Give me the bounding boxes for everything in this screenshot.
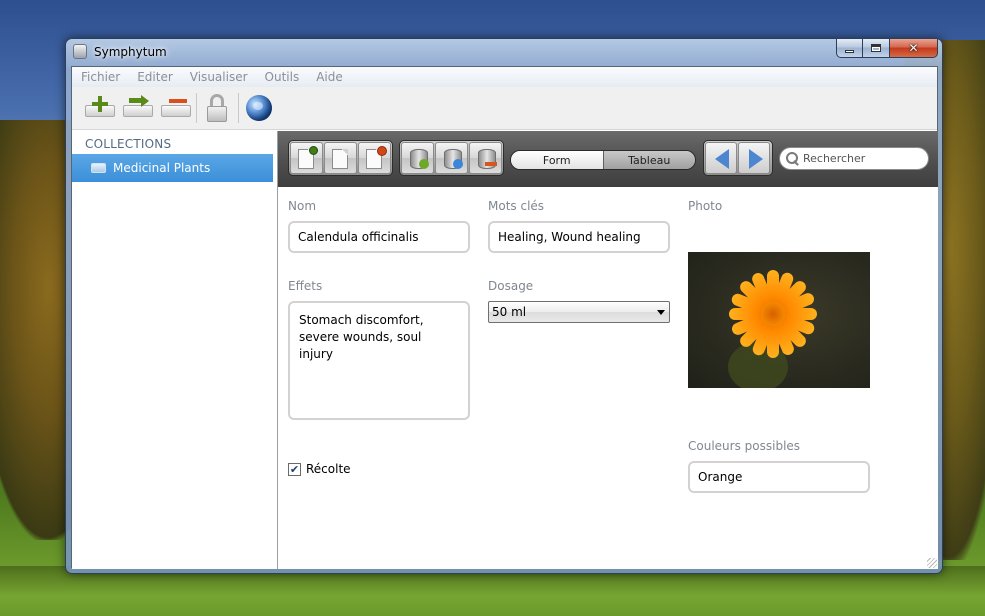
minimize-button[interactable] [836, 39, 863, 58]
client-area: Fichier Editer Visualiser Outils Aide CO… [71, 66, 938, 569]
remove-field-button[interactable] [469, 142, 502, 174]
move-collection-button[interactable] [121, 93, 153, 123]
toolbar-separator [238, 93, 239, 123]
collection-icon [91, 163, 106, 173]
menu-visualiser[interactable]: Visualiser [190, 70, 248, 84]
field-button-group [399, 140, 504, 176]
next-record-button[interactable] [738, 142, 770, 174]
add-field-button[interactable] [401, 142, 434, 174]
menu-aide[interactable]: Aide [316, 70, 343, 84]
resize-grip[interactable] [927, 558, 937, 568]
nom-label: Nom [288, 199, 317, 213]
dosage-label: Dosage [488, 279, 534, 293]
add-collection-button[interactable] [83, 93, 115, 123]
recolte-label: Récolte [306, 462, 351, 476]
lock-button[interactable] [201, 93, 233, 123]
view-toggle: Form Tableau [510, 150, 696, 170]
mots-cles-label: Mots clés [488, 199, 545, 213]
menu-outils[interactable]: Outils [265, 70, 300, 84]
table-view-button[interactable]: Tableau [602, 151, 695, 169]
collections-sidebar: COLLECTIONS Medicinal Plants [72, 131, 278, 569]
search-icon [786, 152, 799, 165]
photo-image[interactable] [688, 252, 870, 388]
search-box [779, 147, 929, 170]
recolte-checkbox[interactable]: ✔ [288, 463, 301, 476]
nom-field[interactable]: Calendula officinalis [288, 221, 470, 253]
form-view-button[interactable]: Form [511, 151, 603, 169]
record-navigation [703, 140, 773, 176]
arrow-left-icon [715, 149, 729, 169]
search-input[interactable] [803, 152, 923, 165]
toolbar-separator [196, 93, 197, 123]
effets-field[interactable]: Stomach discomfort, severe wounds, soul … [288, 301, 470, 420]
maximize-button[interactable] [863, 39, 890, 58]
menu-editer[interactable]: Editer [137, 70, 173, 84]
couleurs-label: Couleurs possibles [688, 439, 801, 453]
checkmark-icon: ✔ [289, 463, 300, 476]
window-title: Symphytum [94, 45, 167, 59]
chevron-down-icon [657, 310, 665, 315]
photo-label: Photo [688, 199, 723, 213]
delete-record-button[interactable] [358, 142, 391, 174]
dosage-select[interactable]: 50 ml [488, 301, 670, 323]
arrow-right-icon [749, 149, 763, 169]
dosage-value: 50 ml [492, 305, 527, 319]
sidebar-item-medicinal-plants[interactable]: Medicinal Plants [72, 154, 273, 182]
mots-cles-field[interactable]: Healing, Wound healing [488, 221, 670, 253]
effets-label: Effets [288, 279, 323, 293]
new-record-button[interactable] [290, 142, 323, 174]
couleurs-field[interactable]: Orange [688, 461, 870, 493]
window-controls: ✕ [836, 39, 938, 58]
remove-collection-button[interactable] [159, 93, 191, 123]
close-button[interactable]: ✕ [890, 39, 938, 58]
sidebar-item-label: Medicinal Plants [113, 161, 211, 175]
record-button-group [288, 140, 393, 176]
close-icon: ✕ [908, 41, 919, 55]
app-icon [73, 44, 87, 59]
maximize-icon [871, 44, 881, 52]
menu-fichier[interactable]: Fichier [81, 70, 120, 84]
record-toolbar: Form Tableau [278, 131, 938, 187]
sidebar-header: COLLECTIONS [85, 137, 172, 151]
main-toolbar [72, 87, 937, 130]
edit-field-button[interactable] [435, 142, 468, 174]
menu-bar: Fichier Editer Visualiser Outils Aide [72, 67, 937, 87]
web-button[interactable] [243, 93, 275, 123]
minimize-icon [845, 49, 854, 53]
app-window: Symphytum ✕ Fichier Editer Visualiser Ou… [65, 38, 943, 574]
record-panel: Form Tableau Nom Calendu [278, 131, 938, 569]
previous-record-button[interactable] [705, 142, 737, 174]
duplicate-record-button[interactable] [324, 142, 357, 174]
title-bar[interactable]: Symphytum ✕ [66, 39, 942, 65]
